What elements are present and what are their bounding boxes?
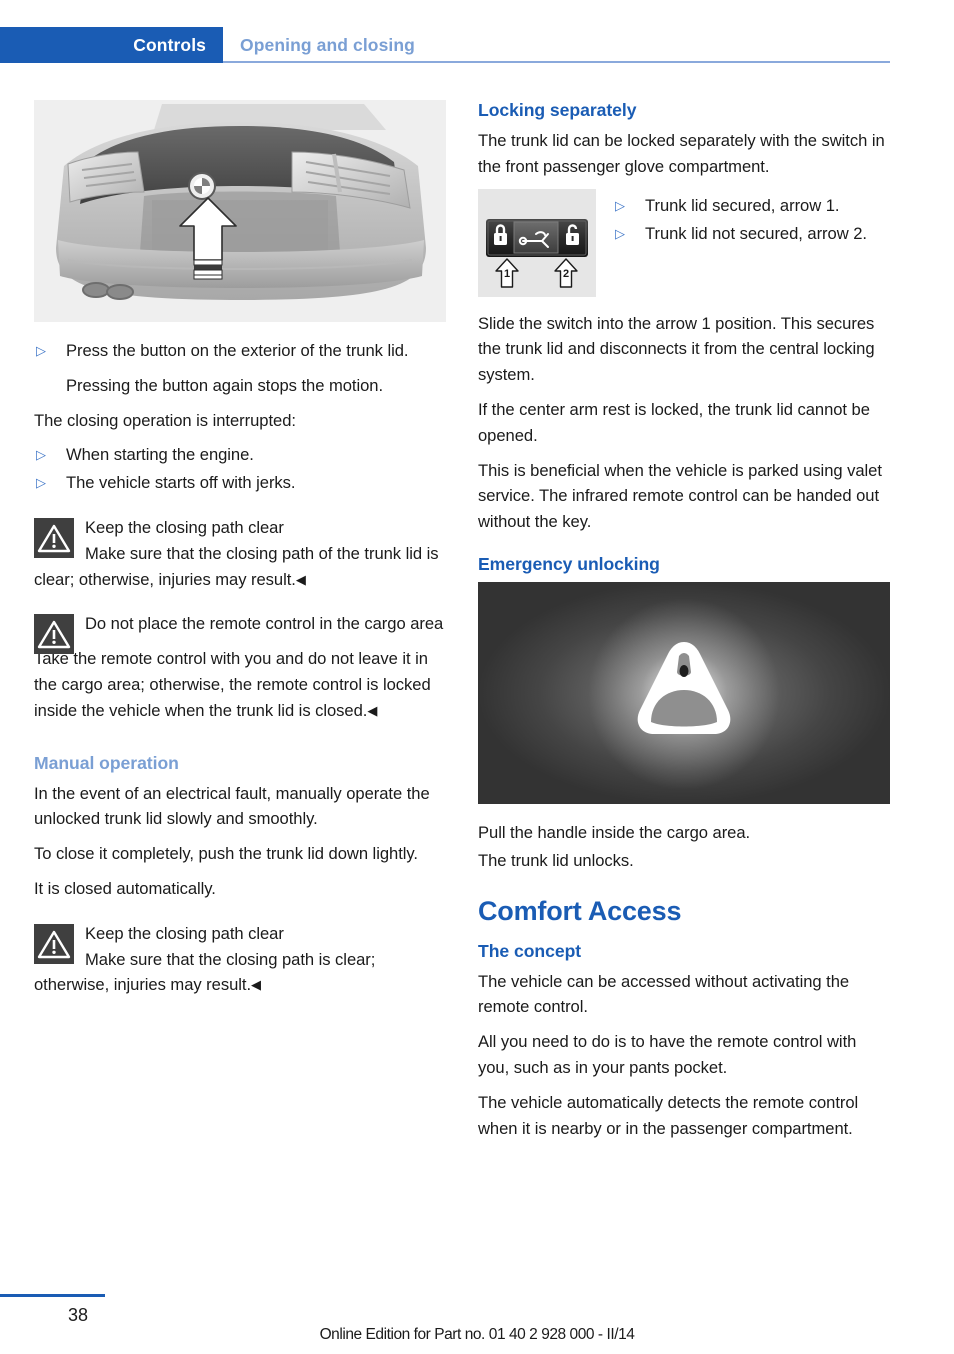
warning-body-rest: otherwise, injuries may result. bbox=[34, 975, 252, 995]
press-button-list: ▷ Press the button on the exterior of th… bbox=[34, 338, 446, 399]
warning-block-remote-control: Do not place the remote control in the c… bbox=[34, 611, 446, 655]
section-title: Opening and closing bbox=[240, 34, 415, 55]
trunk-lid-button-image bbox=[34, 100, 446, 322]
footer-accent-bar bbox=[0, 1294, 105, 1297]
list-item-subtext: Pressing the button again stops the moti… bbox=[66, 375, 384, 395]
bullet-triangle-icon: ▷ bbox=[36, 447, 46, 463]
warning-body: Make sure that the closing path is clear… bbox=[34, 947, 446, 999]
manual-operation-p2: To close it completely, push the trunk l… bbox=[34, 844, 418, 864]
chapter-title-comfort-access: Comfort Access bbox=[478, 895, 682, 926]
emergency-unlocking-p1: Pull the handle inside the cargo area. bbox=[478, 822, 751, 842]
page-number: 38 bbox=[68, 1305, 89, 1325]
comfort-access-p2: All you need to do is to have the remote… bbox=[478, 1032, 857, 1077]
bullet-triangle-icon: ▷ bbox=[36, 343, 46, 358]
section-title-area: Opening and closing bbox=[223, 27, 954, 63]
list-item: ▷ Trunk lid not secured, arrow 2. bbox=[613, 221, 890, 247]
switch-states-list: ▷ Trunk lid secured, arrow 1. ▷ Trunk li… bbox=[596, 189, 890, 251]
warning-end-marker: ◀ bbox=[295, 571, 306, 587]
trunk-lock-switch-image: 1 2 bbox=[478, 188, 596, 297]
locking-separately-p1: The trunk lid can be locked separately w… bbox=[478, 131, 885, 176]
right-column: Locking separately The trunk lid can be … bbox=[478, 100, 890, 1150]
comfort-access-p1: The vehicle can be accessed without acti… bbox=[478, 971, 850, 1017]
bullet-triangle-icon: ▷ bbox=[615, 226, 625, 242]
manual-page: Controls Opening and closing ▷ Press the… bbox=[0, 0, 954, 1354]
bullet-triangle-icon: ▷ bbox=[615, 197, 625, 213]
list-item-text: When starting the engine. bbox=[66, 445, 254, 465]
chapter-tab-label: Controls bbox=[133, 34, 206, 55]
warning-body: Take the remote control with you and do … bbox=[34, 646, 446, 723]
comfort-access-p3: The vehicle automatically detects the re… bbox=[478, 1092, 859, 1138]
warning-end-marker: ◀ bbox=[251, 977, 261, 993]
manual-operation-p1: In the event of an electrical fault, man… bbox=[34, 783, 430, 829]
heading-manual-operation: Manual operation bbox=[34, 752, 179, 773]
warning-triangle-icon bbox=[34, 923, 74, 964]
manual-operation-p3: It is closed automatically. bbox=[34, 878, 216, 898]
warning-body-lead: Make sure that the closing path is clear… bbox=[85, 949, 376, 969]
warning-end-marker: ◀ bbox=[367, 702, 378, 718]
warning-block-closing-path-2: Keep the closing path clear Make sure th… bbox=[34, 921, 446, 998]
interrupt-conditions-list: ▷ When starting the engine. ▷ The vehicl… bbox=[34, 442, 446, 496]
warning-block-closing-path: Keep the closing path clear Make sure th… bbox=[34, 515, 446, 592]
list-item-text: The vehicle starts off with jerks. bbox=[66, 473, 296, 493]
locking-separately-p2: Slide the switch into the arrow 1 positi… bbox=[478, 313, 875, 385]
header-divider bbox=[223, 61, 890, 63]
svg-text:1: 1 bbox=[504, 268, 510, 280]
emergency-unlocking-p2: The trunk lid unlocks. bbox=[478, 850, 634, 870]
page-header: Controls Opening and closing bbox=[0, 27, 954, 63]
heading-locking-separately: Locking separately bbox=[478, 100, 637, 120]
list-item: ▷ The vehicle starts off with jerks. bbox=[34, 470, 446, 496]
list-item-text: Press the button on the exterior of the … bbox=[66, 341, 409, 360]
footer-edition-note: Online Edition for Part no. 01 40 2 928 … bbox=[319, 1326, 635, 1343]
emergency-release-handle-image bbox=[478, 581, 890, 804]
warning-triangle-icon bbox=[34, 614, 74, 655]
warning-title: Keep the closing path clear bbox=[85, 923, 284, 943]
closing-interrupted-text: The closing operation is interrupted: bbox=[34, 410, 296, 430]
warning-title: Keep the closing path clear bbox=[85, 517, 284, 537]
list-item: ▷ Trunk lid secured, arrow 1. bbox=[613, 193, 890, 219]
heading-the-concept: The concept bbox=[478, 940, 582, 961]
warning-body: Make sure that the closing path of the t… bbox=[34, 541, 446, 593]
bullet-triangle-icon: ▷ bbox=[36, 475, 46, 491]
list-item-text: Trunk lid secured, arrow 1. bbox=[645, 195, 840, 215]
list-item-text: Trunk lid not secured, arrow 2. bbox=[645, 224, 867, 244]
warning-triangle-icon bbox=[34, 517, 74, 558]
switch-figure-row: 1 2 ▷ Trunk lid secured, arrow 1. ▷ Trun… bbox=[478, 188, 890, 297]
svg-text:2: 2 bbox=[563, 268, 569, 280]
warning-body-lead: Make sure that the closing path of the bbox=[85, 543, 360, 563]
heading-emergency-unlocking: Emergency unlocking bbox=[478, 553, 660, 574]
locking-separately-p3: If the center arm rest is locked, the tr… bbox=[478, 399, 870, 445]
warning-title: Do not place the remote control in the c… bbox=[85, 614, 444, 634]
list-item: ▷ When starting the engine. bbox=[34, 442, 446, 468]
chapter-tab: Controls bbox=[0, 27, 223, 63]
list-item: ▷ Press the button on the exterior of th… bbox=[34, 338, 446, 399]
left-column: ▷ Press the button on the exterior of th… bbox=[34, 100, 446, 1007]
locking-separately-p4: This is beneficial when the vehicle is p… bbox=[478, 460, 882, 532]
